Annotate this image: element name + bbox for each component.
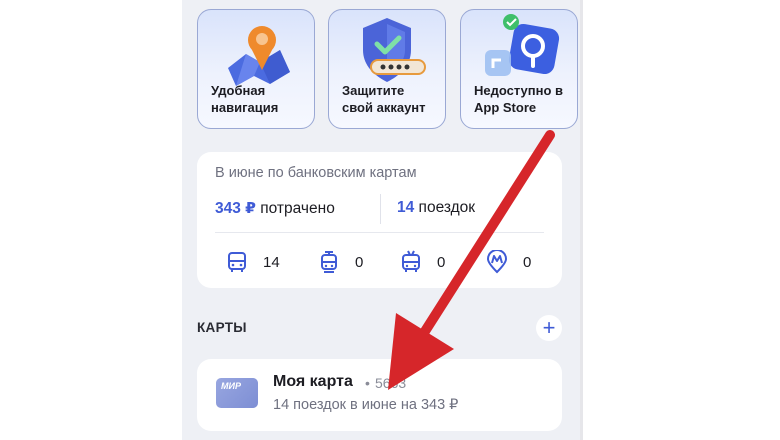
mir-card-icon: МИР [216,378,258,408]
stats-title: В июне по банковским картам [215,165,417,181]
transport-count: 0 [523,253,532,271]
story-tile-app-store[interactable]: Недоступно в App Store [460,9,578,129]
transport-bus: 14 [225,249,280,275]
transport-trolleybus: 0 [399,249,445,275]
divider [380,194,381,224]
add-card-button[interactable]: + [536,315,562,341]
trips-summary: 14 поездок [397,199,475,217]
spent-label: потрачено [255,200,335,217]
transport-count: 0 [355,253,364,271]
story-tile-navigation[interactable]: Удобная навигация [197,9,315,129]
divider [215,232,544,233]
tile-label: Защитите свой аккаунт [342,83,426,115]
shield-password-icon [363,18,426,82]
trolleybus-icon [402,250,420,272]
card-name: Моя карта [273,373,353,390]
spent-value: 343 ₽ [215,200,256,217]
tile-label: Удобная навигация [211,83,279,115]
screen-edge [580,0,583,440]
monthly-stats-card[interactable]: В июне по банковским картам 343 ₽ потрач… [197,152,562,288]
app-store-check-icon [485,14,560,76]
trips-label: поездок [414,199,476,216]
map-pin-icon [228,26,290,86]
transport-count: 0 [437,253,446,271]
transport-count: 14 [263,253,280,271]
bus-icon [228,252,246,272]
tram-icon [321,251,337,273]
card-brand: МИР [221,381,241,391]
story-tile-security[interactable]: Защитите свой аккаунт [328,9,446,129]
transport-tram: 0 [317,249,363,275]
card-number: 5663 [375,375,407,391]
trips-value: 14 [397,199,415,216]
tile-label: Недоступно в App Store [474,83,564,115]
spent-summary: 343 ₽ потрачено [215,199,335,218]
card-subtitle: 14 поездок в июне на 343 ₽ [273,397,459,413]
metro-icon [486,250,508,274]
transport-metro: 0 [485,249,531,275]
card-separator: • [365,375,370,391]
cards-section-title: КАРТЫ [197,320,247,335]
bank-card-item[interactable]: МИР Моя карта • 5663 14 поездок в июне н… [197,359,562,431]
